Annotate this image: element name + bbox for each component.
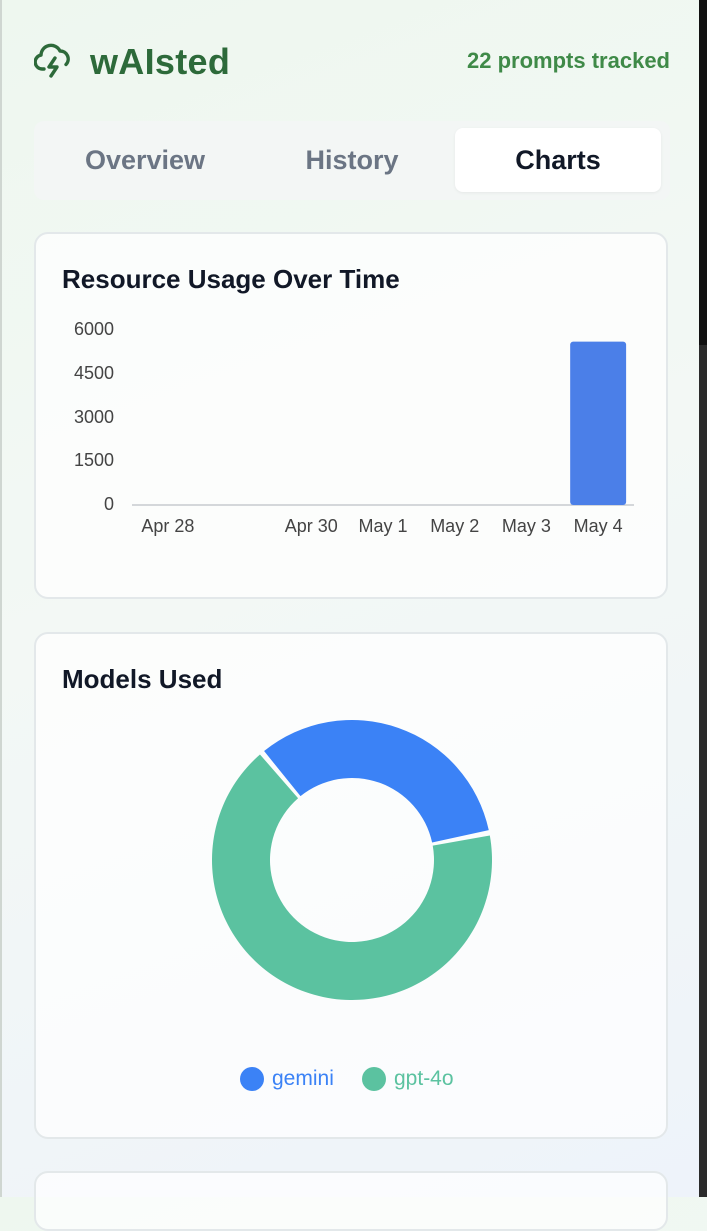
x-tick-label: May 4 bbox=[573, 516, 623, 536]
legend-swatch bbox=[362, 1067, 386, 1091]
tab-charts[interactable]: Charts bbox=[455, 128, 661, 192]
window-left-edge bbox=[0, 0, 2, 1197]
tab-overview[interactable]: Overview bbox=[42, 128, 248, 192]
next-card bbox=[34, 1171, 668, 1231]
legend-label: gemini bbox=[272, 1067, 334, 1090]
tab-history[interactable]: History bbox=[249, 128, 455, 192]
legend-swatch bbox=[240, 1067, 264, 1091]
tab-bar: Overview History Charts bbox=[34, 121, 670, 200]
app-title: wAIsted bbox=[90, 41, 231, 82]
bar-plot bbox=[132, 341, 634, 506]
window-right-edge-top bbox=[699, 0, 707, 345]
resource-usage-card: Resource Usage Over Time 0 1500 3000 4500 60… bbox=[34, 232, 668, 599]
legend-label: gpt-4o bbox=[394, 1067, 454, 1090]
window-right-edge bbox=[699, 345, 707, 1197]
app-header: wAIsted 22 prompts tracked bbox=[34, 40, 670, 84]
models-used-card: Models Used gemini gpt-4o bbox=[34, 632, 668, 1139]
x-tick-label: Apr 28 bbox=[141, 516, 195, 536]
models-donut-chart bbox=[211, 720, 492, 1000]
cloud-lightning-icon bbox=[34, 43, 70, 78]
bar bbox=[570, 341, 627, 505]
prompts-tracked-count: 22 prompts tracked bbox=[467, 48, 670, 73]
resource-usage-chart: 0 1500 3000 4500 6000 Apr 28 Apr 30 May 1 May 2M… bbox=[36, 234, 666, 597]
donut-slice-gemini bbox=[264, 720, 489, 843]
